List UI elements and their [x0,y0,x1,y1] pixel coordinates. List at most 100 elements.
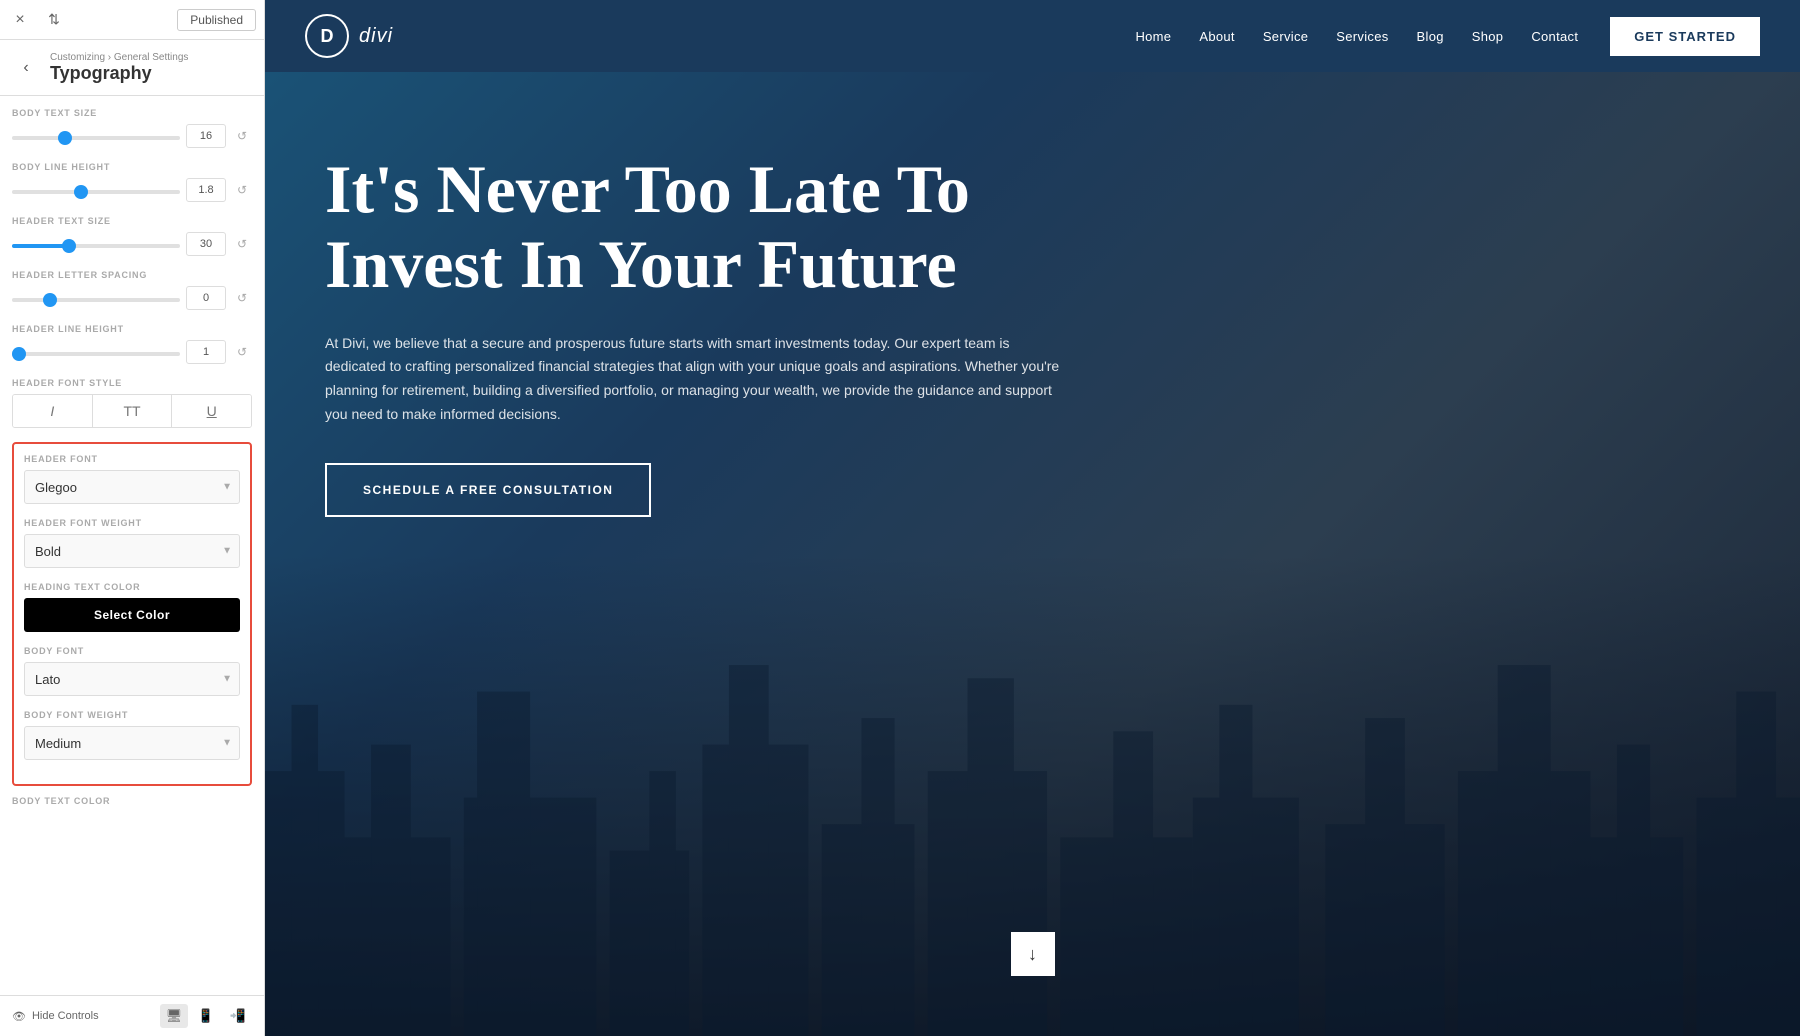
body-line-height-row: 1.8 ↺ [12,178,252,202]
header-line-height-reset[interactable]: ↺ [232,342,252,362]
body-font-select[interactable]: Lato Open Sans Roboto Georgia Arial [24,662,240,696]
header-line-height-slider[interactable] [12,352,180,356]
swap-button[interactable]: ⇅ [40,8,68,32]
logo-area: D divi [305,14,393,58]
italic-button[interactable]: I [13,395,93,427]
scroll-arrow-button[interactable]: ↓ [1011,932,1055,976]
body-font-weight-select-wrapper: Thin Light Regular Medium Bold ▼ [24,726,240,760]
font-style-row: I TT U [12,394,252,428]
desktop-view-button[interactable]: 🖥 [160,1004,188,1028]
tablet-view-button[interactable]: 📱 [192,1004,220,1028]
hero-content: It's Never Too Late To Invest In Your Fu… [265,72,1145,577]
header-letter-spacing-row: 0 ↺ [12,286,252,310]
body-font-weight-select[interactable]: Thin Light Regular Medium Bold [24,726,240,760]
nav-blog[interactable]: Blog [1417,29,1444,44]
underline-button[interactable]: U [172,395,251,427]
breadcrumb: Customizing › General Settings [50,52,188,63]
header-line-height-label: HEADER LINE HEIGHT [12,324,252,334]
logo-letter: D [321,26,334,47]
nav-links: Home About Service Services Blog Shop Co… [1135,29,1578,44]
body-text-size-value: 16 [186,124,226,148]
mobile-view-button[interactable]: 📲 [224,1004,252,1028]
body-text-size-slider-container [12,127,180,145]
body-font-group: BODY FONT Lato Open Sans Roboto Georgia … [24,646,240,696]
body-text-size-reset[interactable]: ↺ [232,126,252,146]
body-line-height-value: 1.8 [186,178,226,202]
header-letter-spacing-value: 0 [186,286,226,310]
header-font-group: HEADER FONT Glegoo Georgia Open Sans Rob… [24,454,240,504]
body-font-label: BODY FONT [24,646,240,656]
body-text-color-group: BODY TEXT COLOR [12,796,252,806]
hide-controls-button[interactable]: 👁 Hide Controls [12,1010,99,1023]
hero-headline: It's Never Too Late To Invest In Your Fu… [325,152,1085,302]
header-font-style-label: HEADER FONT STYLE [12,378,252,388]
header-font-weight-group: HEADER FONT WEIGHT Thin Light Regular Me… [24,518,240,568]
nav-contact[interactable]: Contact [1531,29,1578,44]
header-letter-spacing-slider[interactable] [12,298,180,302]
header-letter-spacing-label: HEADER LETTER SPACING [12,270,252,280]
body-font-select-wrapper: Lato Open Sans Roboto Georgia Arial ▼ [24,662,240,696]
header-line-height-slider-container [12,343,180,361]
logo-circle: D [305,14,349,58]
published-button[interactable]: Published [177,9,256,31]
body-line-height-label: BODY LINE HEIGHT [12,162,252,172]
header-font-style-group: HEADER FONT STYLE I TT U [12,378,252,428]
body-text-size-row: 16 ↺ [12,124,252,148]
header-letter-spacing-reset[interactable]: ↺ [232,288,252,308]
header-font-weight-label: HEADER FONT WEIGHT [24,518,240,528]
header-text-size-label: HEADER TEXT SIZE [12,216,252,226]
highlighted-section: HEADER FONT Glegoo Georgia Open Sans Rob… [12,442,252,786]
header-line-height-value: 1 [186,340,226,364]
body-line-height-reset[interactable]: ↺ [232,180,252,200]
body-text-size-group: BODY TEXT SIZE 16 ↺ [12,108,252,148]
body-line-height-slider[interactable] [12,190,180,194]
panel-title: Typography [50,63,188,84]
header-line-height-row: 1 ↺ [12,340,252,364]
header-text-size-reset[interactable]: ↺ [232,234,252,254]
nav-services[interactable]: Services [1336,29,1388,44]
right-preview: D divi Home About Service Services Blog … [265,0,1800,1036]
header-font-weight-select-wrapper: Thin Light Regular Medium Bold Extra Bol… [24,534,240,568]
select-color-button[interactable]: Select Color [24,598,240,632]
body-font-weight-group: BODY FONT WEIGHT Thin Light Regular Medi… [24,710,240,760]
site-navbar: D divi Home About Service Services Blog … [265,0,1800,72]
nav-service[interactable]: Service [1263,29,1308,44]
header-font-weight-select[interactable]: Thin Light Regular Medium Bold Extra Bol… [24,534,240,568]
nav-about[interactable]: About [1199,29,1234,44]
breadcrumb-area: Customizing › General Settings Typograph… [50,52,188,84]
body-line-height-group: BODY LINE HEIGHT 1.8 ↺ [12,162,252,202]
back-button[interactable]: ‹ [12,54,40,82]
nav-home[interactable]: Home [1135,29,1171,44]
heading-text-color-label: HEADING TEXT COLOR [24,582,240,592]
body-text-color-label: BODY TEXT COLOR [12,796,252,806]
header-font-select-wrapper: Glegoo Georgia Open Sans Roboto Lato ▼ [24,470,240,504]
panel-topbar: × ⇅ Published [0,0,264,40]
eye-icon: 👁 [12,1010,26,1023]
header-font-select[interactable]: Glegoo Georgia Open Sans Roboto Lato [24,470,240,504]
uppercase-button[interactable]: TT [93,395,173,427]
body-font-weight-label: BODY FONT WEIGHT [24,710,240,720]
view-buttons: 🖥 📱 📲 [160,1004,252,1028]
panel-header: ‹ Customizing › General Settings Typogra… [0,40,264,96]
get-started-button[interactable]: GET STARTED [1610,17,1760,56]
left-panel: × ⇅ Published ‹ Customizing › General Se… [0,0,265,1036]
panel-footer: 👁 Hide Controls 🖥 📱 📲 [0,995,264,1036]
body-line-height-slider-container [12,181,180,199]
nav-shop[interactable]: Shop [1472,29,1504,44]
body-text-size-slider[interactable] [12,136,180,140]
panel-content: BODY TEXT SIZE 16 ↺ BODY LINE HEIGHT 1.8… [0,96,264,995]
header-letter-spacing-slider-container [12,289,180,307]
hide-controls-label: Hide Controls [32,1010,99,1022]
header-text-size-row: 30 ↺ [12,232,252,256]
arrow-down-icon: ↓ [1028,944,1037,965]
header-text-size-slider[interactable] [12,244,180,248]
body-text-size-label: BODY TEXT SIZE [12,108,252,118]
header-text-size-group: HEADER TEXT SIZE 30 ↺ [12,216,252,256]
hero-cta-button[interactable]: SCHEDULE A FREE CONSULTATION [325,463,651,517]
header-letter-spacing-group: HEADER LETTER SPACING 0 ↺ [12,270,252,310]
header-text-size-slider-container [12,235,180,253]
heading-text-color-group: HEADING TEXT COLOR Select Color [24,582,240,632]
header-line-height-group: HEADER LINE HEIGHT 1 ↺ [12,324,252,364]
close-button[interactable]: × [8,8,32,32]
hero-section: It's Never Too Late To Invest In Your Fu… [265,72,1800,1036]
